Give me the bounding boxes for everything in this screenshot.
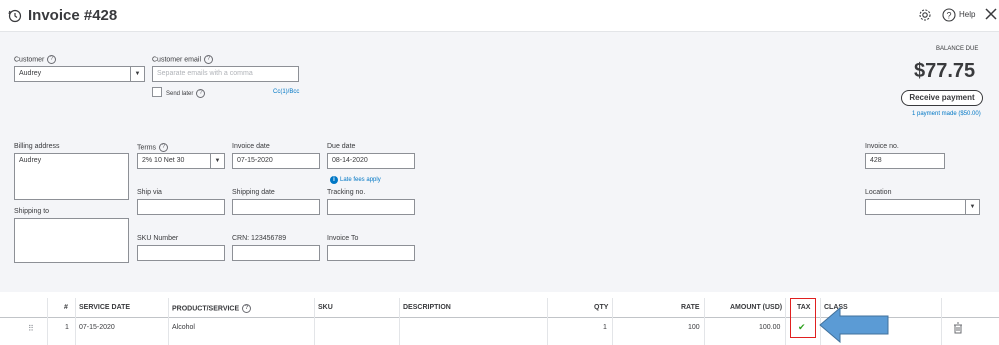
row-service-date[interactable]: 07-15-2020: [79, 324, 115, 331]
drag-handle-icon[interactable]: ⠿: [28, 324, 34, 333]
row-product-service[interactable]: Alcohol: [172, 324, 195, 331]
billing-address-textarea[interactable]: Audrey: [14, 153, 129, 200]
svg-text:?: ?: [946, 10, 951, 20]
ship-via-input[interactable]: [137, 199, 225, 215]
send-later-checkbox[interactable]: [152, 87, 162, 97]
help-circle-icon[interactable]: ?: [159, 143, 169, 152]
invoice-date-label: Invoice date: [232, 143, 270, 150]
gear-icon[interactable]: [918, 8, 932, 22]
location-select[interactable]: ▼: [865, 199, 980, 215]
ship-via-label: Ship via: [137, 189, 162, 196]
info-icon: i: [330, 176, 338, 184]
customer-email-label: Customer email?: [152, 55, 214, 64]
column-header-amount: AMOUNT (USD): [730, 304, 783, 311]
cc-bcc-link[interactable]: Cc(1)/Bcc: [273, 89, 299, 95]
shipping-to-label: Shipping to: [14, 208, 50, 215]
sku-number-label: SKU Number: [137, 235, 179, 242]
help-circle-icon[interactable]: ?: [196, 89, 206, 98]
tracking-no-input[interactable]: [327, 199, 415, 215]
column-header-service-date: SERVICE DATE: [79, 304, 131, 311]
invoice-to-input[interactable]: [327, 245, 415, 261]
invoice-date-input[interactable]: 07-15-2020: [232, 153, 320, 169]
column-header-sku: SKU: [318, 304, 333, 311]
invoice-no-input[interactable]: 428: [865, 153, 945, 169]
row-amount[interactable]: 100.00: [759, 324, 780, 331]
help-circle-icon[interactable]: ?: [242, 304, 252, 313]
late-fees-link[interactable]: Late fees apply: [340, 177, 381, 183]
help-label[interactable]: Help: [959, 10, 975, 19]
recent-history-icon[interactable]: [8, 9, 22, 23]
column-header-qty: QTY: [594, 304, 609, 311]
chevron-down-icon[interactable]: ▼: [965, 200, 979, 214]
chevron-down-icon[interactable]: ▼: [210, 154, 224, 168]
shipping-date-input[interactable]: [232, 199, 320, 215]
column-header-rate: RATE: [681, 304, 700, 311]
header-bar: Invoice #428 ? Help: [0, 0, 999, 32]
page-title: Invoice #428: [28, 7, 118, 24]
sku-number-input[interactable]: [137, 245, 225, 261]
receive-payment-button[interactable]: Receive payment: [901, 90, 983, 106]
terms-label: Terms?: [137, 143, 169, 152]
customer-email-input[interactable]: Separate emails with a comma: [152, 66, 299, 82]
due-date-label: Due date: [327, 143, 356, 150]
column-header-product-service: PRODUCT/SERVICE?: [172, 304, 252, 313]
row-rate[interactable]: 100: [688, 324, 700, 331]
shipping-to-textarea[interactable]: [14, 218, 129, 263]
location-label: Location: [865, 189, 892, 196]
close-icon[interactable]: [984, 7, 998, 21]
customer-label: Customer?: [14, 55, 57, 64]
billing-address-label: Billing address: [14, 143, 60, 150]
invoice-no-label: Invoice no.: [865, 143, 899, 150]
row-qty[interactable]: 1: [603, 324, 607, 331]
payment-made-link[interactable]: 1 payment made ($50.00): [912, 111, 981, 117]
crn-label: CRN: 123456789: [232, 235, 287, 242]
terms-select[interactable]: 2% 10 Net 30 ▼: [137, 153, 225, 169]
column-header-num: #: [64, 304, 68, 311]
balance-due-label: BALANCE DUE: [936, 46, 979, 52]
chevron-down-icon[interactable]: ▼: [130, 67, 144, 81]
due-date-input[interactable]: 08-14-2020: [327, 153, 415, 169]
tracking-no-label: Tracking no.: [327, 189, 366, 196]
shipping-date-label: Shipping date: [232, 189, 275, 196]
invoice-to-label: Invoice To: [327, 235, 359, 242]
trash-icon[interactable]: [953, 322, 963, 334]
help-circle-icon[interactable]: ?: [204, 55, 214, 64]
tax-highlight-box: [790, 298, 816, 338]
customer-select[interactable]: Audrey ▼: [14, 66, 145, 82]
crn-input[interactable]: [232, 245, 320, 261]
help-icon[interactable]: ?: [942, 8, 956, 22]
send-later-label: Send later?: [166, 89, 206, 98]
balance-due-amount: $77.75: [914, 60, 976, 82]
help-circle-icon[interactable]: ?: [47, 55, 57, 64]
arrow-left-icon: [819, 306, 889, 344]
column-header-description: DESCRIPTION: [403, 304, 451, 311]
row-num: 1: [65, 324, 69, 331]
